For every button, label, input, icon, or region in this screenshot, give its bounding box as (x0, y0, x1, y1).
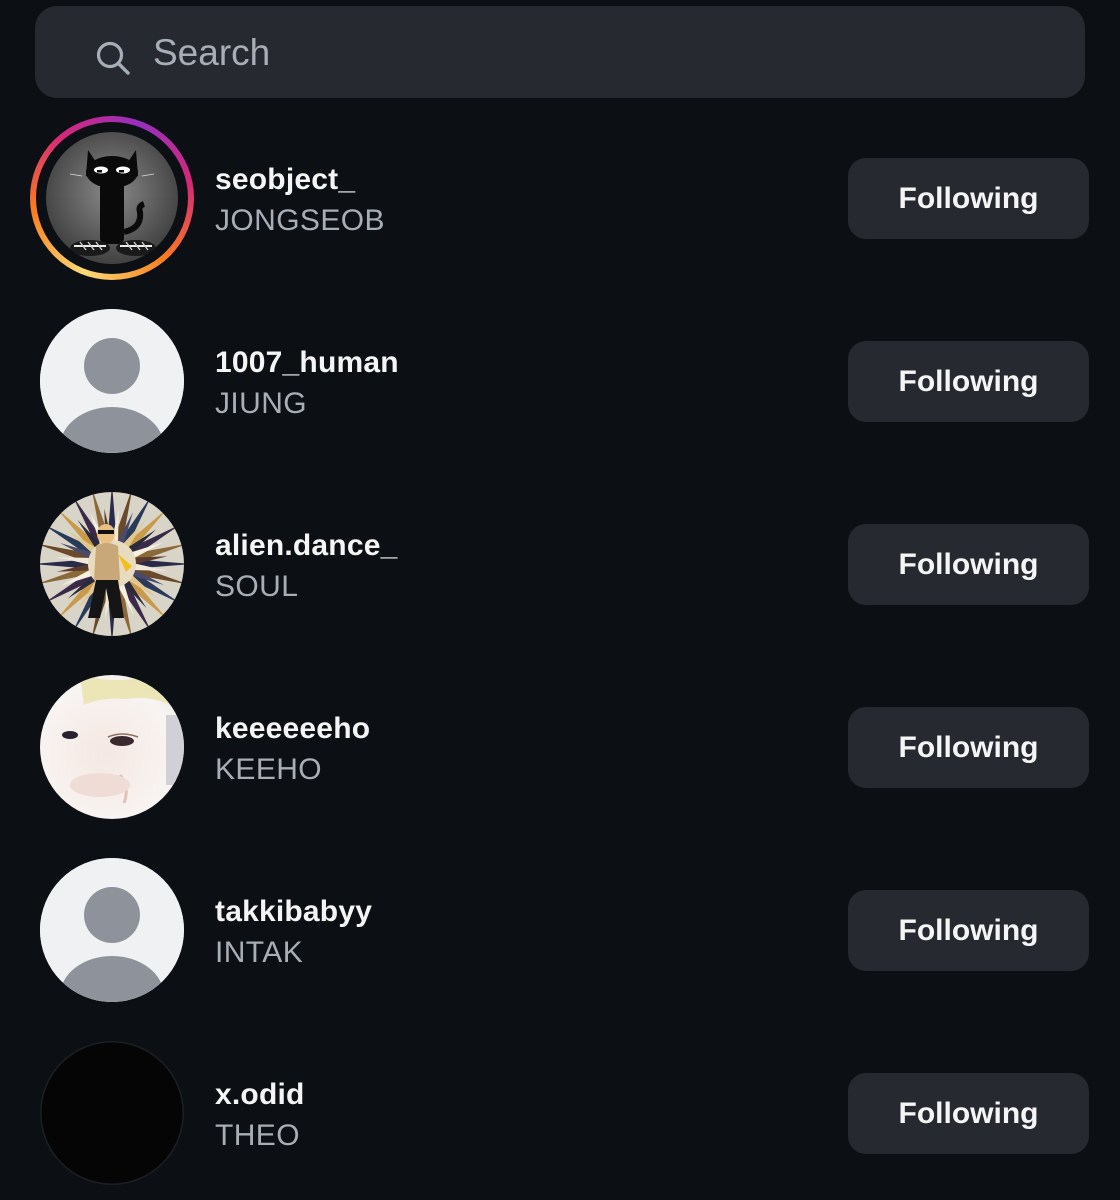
list-item: alien.dance_ SOUL Following (0, 484, 1120, 644)
username[interactable]: alien.dance_ (215, 529, 398, 563)
black-avatar-image (40, 1041, 184, 1185)
list-item: seobject_ JONGSEOB Following (0, 116, 1120, 280)
following-button[interactable]: Following (848, 1073, 1089, 1154)
list-item: 1007_human JIUNG Following (0, 301, 1120, 461)
avatar[interactable] (40, 858, 184, 1002)
avatar[interactable] (40, 492, 184, 636)
list-item: x.odid THEO Following (0, 1033, 1120, 1193)
username[interactable]: 1007_human (215, 346, 399, 380)
avatar[interactable] (40, 309, 184, 453)
username[interactable]: takkibabyy (215, 895, 372, 929)
black-cat-avatar-image (46, 132, 178, 264)
default-person-icon (40, 309, 184, 453)
psychedelic-spiral-avatar-image (40, 492, 184, 636)
full-name: INTAK (215, 936, 304, 969)
full-name: JONGSEOB (215, 204, 385, 237)
default-person-icon (40, 858, 184, 1002)
full-name: JIUNG (215, 387, 307, 420)
avatar[interactable] (46, 132, 178, 264)
search-bar[interactable] (35, 6, 1085, 98)
following-button[interactable]: Following (848, 890, 1089, 971)
avatar[interactable] (40, 1041, 184, 1185)
username[interactable]: keeeeeeho (215, 712, 370, 746)
search-input[interactable] (153, 28, 1053, 78)
full-name: THEO (215, 1119, 300, 1152)
username[interactable]: seobject_ (215, 163, 355, 197)
list-item: keeeeeeho KEEHO Following (0, 667, 1120, 827)
face-closeup-avatar-image (40, 675, 184, 819)
list-item: takkibabyy INTAK Following (0, 850, 1120, 1010)
following-button[interactable]: Following (848, 524, 1089, 605)
search-icon (96, 41, 130, 75)
following-button[interactable]: Following (848, 707, 1089, 788)
avatar[interactable] (40, 675, 184, 819)
following-button[interactable]: Following (848, 341, 1089, 422)
full-name: KEEHO (215, 753, 323, 786)
following-button[interactable]: Following (848, 158, 1089, 239)
username[interactable]: x.odid (215, 1078, 305, 1112)
full-name: SOUL (215, 570, 299, 603)
